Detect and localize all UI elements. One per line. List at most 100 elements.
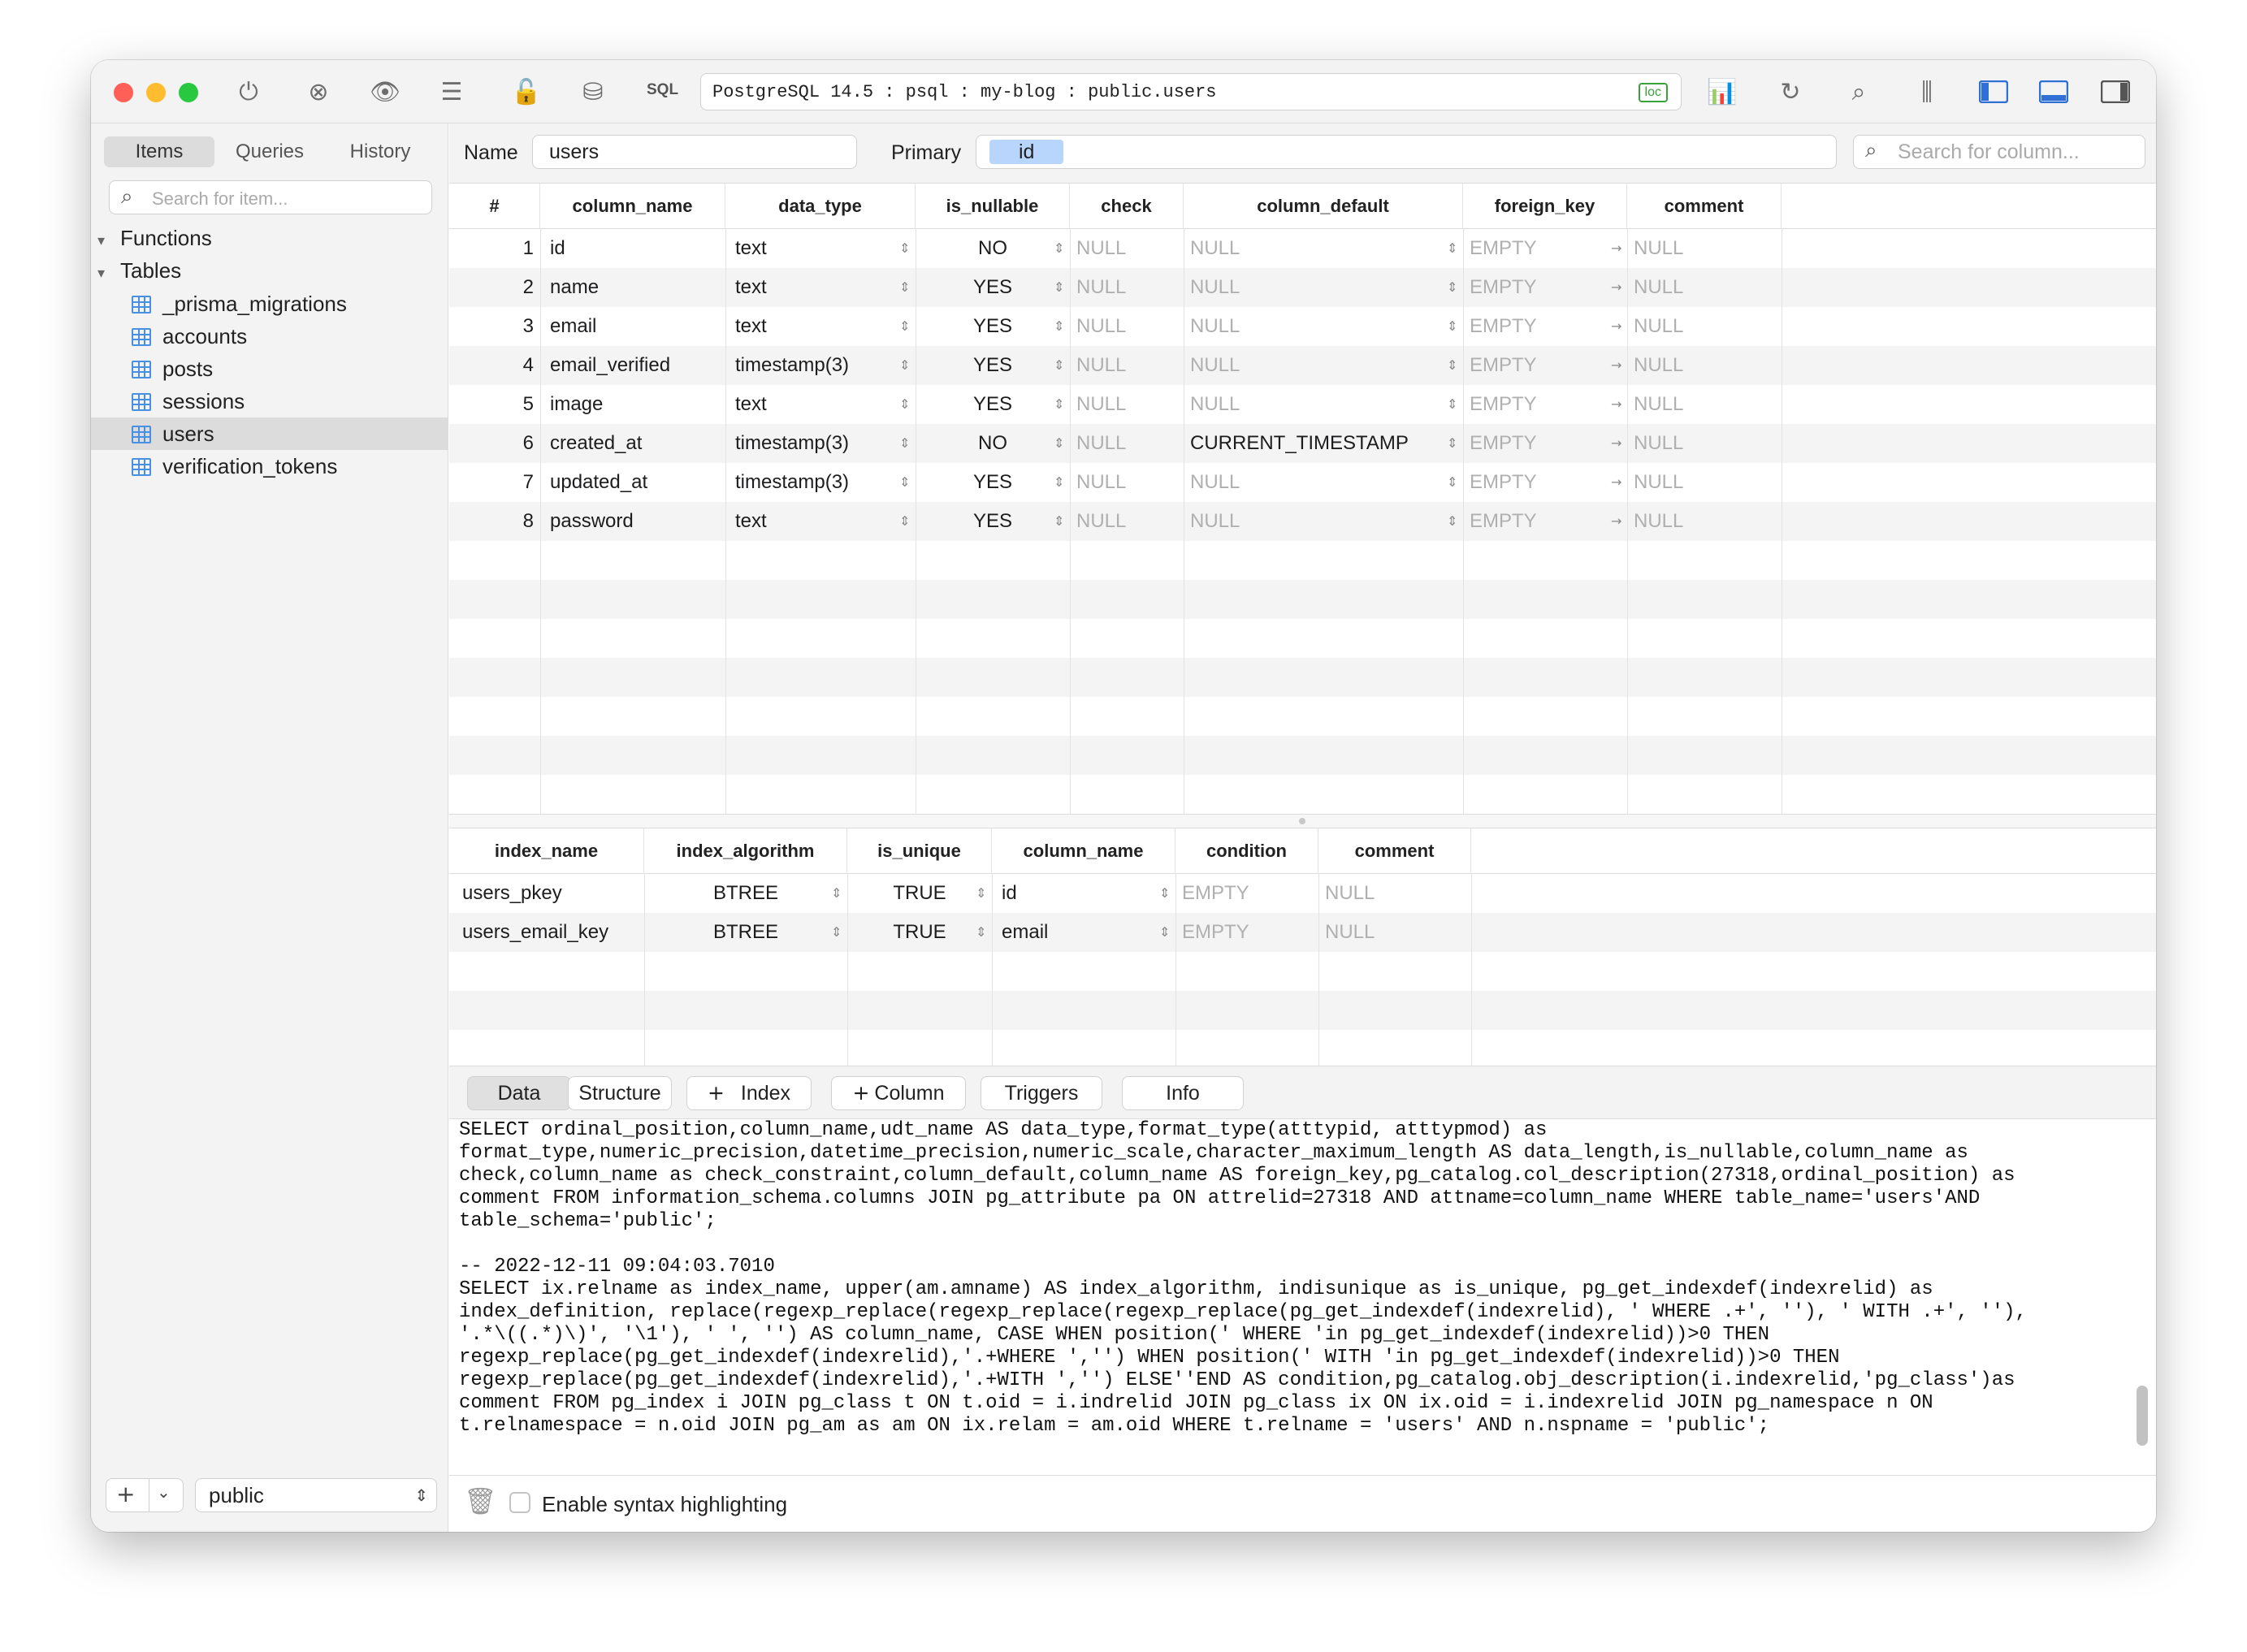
arrow-right-icon[interactable]: → bbox=[1611, 307, 1621, 346]
table-row[interactable]: 5 image text ⇕ YES ⇕ NULL NULL ⇕ EMPTY → NULL bbox=[449, 385, 2156, 424]
updown-chevron-icon[interactable]: ⇕ bbox=[1447, 229, 1457, 268]
updown-chevron-icon[interactable]: ⇕ bbox=[899, 229, 910, 268]
table-cell[interactable]: EMPTY bbox=[1470, 346, 1621, 385]
table-cell[interactable]: NO bbox=[922, 424, 1063, 463]
updown-chevron-icon[interactable]: ⇕ bbox=[1447, 424, 1457, 463]
table-cell[interactable]: NULL bbox=[1076, 385, 1177, 424]
toggle-right-panel-icon[interactable] bbox=[2099, 76, 2132, 107]
tab-items[interactable]: Items bbox=[104, 136, 214, 167]
table-cell[interactable]: CURRENT_TIMESTAMP bbox=[1190, 424, 1457, 463]
schema-select[interactable]: public ⇕ bbox=[195, 1478, 437, 1512]
table-cell[interactable]: timestamp(3) bbox=[735, 346, 912, 385]
table-cell[interactable]: NULL bbox=[1634, 229, 1775, 268]
tree-section-tables[interactable]: ▾ Tables bbox=[97, 258, 181, 283]
table-row[interactable]: 3 email text ⇕ YES ⇕ NULL NULL ⇕ EMPTY → NULL bbox=[449, 307, 2156, 346]
table-cell[interactable]: email bbox=[550, 307, 722, 346]
table-cell[interactable]: timestamp(3) bbox=[735, 424, 912, 463]
table-cell[interactable]: created_at bbox=[550, 424, 722, 463]
table-cell[interactable]: updated_at bbox=[550, 463, 722, 502]
table-cell[interactable]: EMPTY bbox=[1470, 424, 1621, 463]
table-cell[interactable]: 6 bbox=[456, 424, 534, 463]
table-cell[interactable]: EMPTY bbox=[1182, 874, 1312, 913]
column-header[interactable]: data_type bbox=[725, 184, 916, 229]
table-cell[interactable]: NULL bbox=[1076, 229, 1177, 268]
table-cell[interactable]: YES bbox=[922, 463, 1063, 502]
table-cell[interactable]: email bbox=[1002, 913, 1172, 952]
lock-icon[interactable]: 🔓 bbox=[510, 76, 543, 107]
updown-chevron-icon[interactable]: ⇕ bbox=[1447, 346, 1457, 385]
table-cell[interactable]: text bbox=[735, 268, 912, 307]
updown-chevron-icon[interactable]: ⇕ bbox=[1447, 307, 1457, 346]
cancel-query-icon[interactable]: ⊗ bbox=[302, 76, 335, 107]
table-cell[interactable]: image bbox=[550, 385, 722, 424]
console-scrollbar[interactable] bbox=[2137, 1386, 2148, 1446]
table-cell[interactable]: NULL bbox=[1634, 502, 1775, 541]
updown-chevron-icon[interactable]: ⇕ bbox=[1054, 307, 1064, 346]
close-window-button[interactable] bbox=[114, 83, 133, 102]
table-cell[interactable]: 2 bbox=[456, 268, 534, 307]
sidebar-item-verification-tokens[interactable]: verification_tokens bbox=[91, 450, 448, 482]
tab-structure[interactable]: Structure bbox=[568, 1076, 672, 1110]
table-cell[interactable]: users_email_key bbox=[462, 913, 644, 952]
updown-chevron-icon[interactable]: ⇕ bbox=[899, 346, 910, 385]
table-cell[interactable]: text bbox=[735, 385, 912, 424]
updown-chevron-icon[interactable]: ⇕ bbox=[899, 385, 910, 424]
table-cell[interactable]: NULL bbox=[1190, 385, 1457, 424]
updown-chevron-icon[interactable]: ⇕ bbox=[1054, 463, 1064, 502]
table-row[interactable]: users_email_key BTREE ⇕ TRUE ⇕ email ⇕ EMPTY NUL… bbox=[449, 913, 2156, 952]
table-cell[interactable]: NULL bbox=[1190, 268, 1457, 307]
column-header[interactable]: is_nullable bbox=[916, 184, 1070, 229]
table-cell[interactable]: NULL bbox=[1190, 502, 1457, 541]
updown-chevron-icon[interactable]: ⇕ bbox=[1447, 268, 1457, 307]
table-name-field[interactable]: users bbox=[532, 135, 857, 169]
sidebar-item-prisma-migrations[interactable]: _prisma_migrations bbox=[91, 288, 448, 320]
tab-triggers[interactable]: Triggers bbox=[981, 1076, 1102, 1110]
table-cell[interactable]: BTREE bbox=[651, 913, 841, 952]
sidebar-search-input[interactable]: ⌕ Search for item... bbox=[109, 180, 432, 214]
updown-chevron-icon[interactable]: ⇕ bbox=[899, 268, 910, 307]
primary-key-field[interactable]: id bbox=[976, 135, 1837, 169]
table-cell[interactable]: YES bbox=[922, 502, 1063, 541]
table-cell[interactable]: EMPTY bbox=[1470, 229, 1621, 268]
table-cell[interactable]: NULL bbox=[1076, 424, 1177, 463]
table-row[interactable]: users_pkey BTREE ⇕ TRUE ⇕ id ⇕ EMPTY NULL bbox=[449, 874, 2156, 913]
arrow-right-icon[interactable]: → bbox=[1611, 463, 1621, 502]
table-row[interactable]: 6 created_at timestamp(3) ⇕ NO ⇕ NULL CURRENT_T… bbox=[449, 424, 2156, 463]
table-cell[interactable]: 4 bbox=[456, 346, 534, 385]
table-cell[interactable]: 7 bbox=[456, 463, 534, 502]
table-cell[interactable]: 5 bbox=[456, 385, 534, 424]
primary-key-chip[interactable]: id bbox=[989, 140, 1064, 164]
split-divider[interactable] bbox=[449, 814, 2156, 828]
database-icon[interactable]: ⛁ bbox=[577, 76, 609, 107]
arrow-right-icon[interactable]: → bbox=[1611, 502, 1621, 541]
updown-chevron-icon[interactable]: ⇕ bbox=[976, 874, 986, 913]
table-row[interactable]: 7 updated_at timestamp(3) ⇕ YES ⇕ NULL NULL ⇕ EMP… bbox=[449, 463, 2156, 502]
table-cell[interactable]: NULL bbox=[1076, 346, 1177, 385]
sidebar-item-sessions[interactable]: sessions bbox=[91, 385, 448, 417]
table-cell[interactable]: NULL bbox=[1190, 307, 1457, 346]
table-cell[interactable]: password bbox=[550, 502, 722, 541]
column-header[interactable]: condition bbox=[1175, 828, 1318, 874]
table-cell[interactable]: YES bbox=[922, 346, 1063, 385]
column-header[interactable]: column_default bbox=[1184, 184, 1463, 229]
tab-queries[interactable]: Queries bbox=[214, 136, 325, 167]
table-cell[interactable]: NULL bbox=[1076, 463, 1177, 502]
table-cell[interactable]: text bbox=[735, 307, 912, 346]
column-header[interactable]: # bbox=[449, 184, 540, 229]
updown-chevron-icon[interactable]: ⇕ bbox=[831, 874, 842, 913]
table-cell[interactable]: 3 bbox=[456, 307, 534, 346]
table-cell[interactable]: TRUE bbox=[854, 874, 985, 913]
table-cell[interactable]: EMPTY bbox=[1182, 913, 1312, 952]
table-cell[interactable]: NULL bbox=[1634, 307, 1775, 346]
updown-chevron-icon[interactable]: ⇕ bbox=[831, 913, 842, 952]
updown-chevron-icon[interactable]: ⇕ bbox=[899, 502, 910, 541]
tab-info[interactable]: Info bbox=[1122, 1076, 1244, 1110]
table-cell[interactable]: EMPTY bbox=[1470, 385, 1621, 424]
table-cell[interactable]: NO bbox=[922, 229, 1063, 268]
column-header[interactable]: is_unique bbox=[847, 828, 992, 874]
syntax-highlight-checkbox[interactable] bbox=[509, 1492, 530, 1513]
column-header[interactable]: index_name bbox=[449, 828, 644, 874]
tree-section-functions[interactable]: ▾ Functions bbox=[97, 226, 212, 251]
updown-chevron-icon[interactable]: ⇕ bbox=[1054, 385, 1064, 424]
table-cell[interactable]: 8 bbox=[456, 502, 534, 541]
